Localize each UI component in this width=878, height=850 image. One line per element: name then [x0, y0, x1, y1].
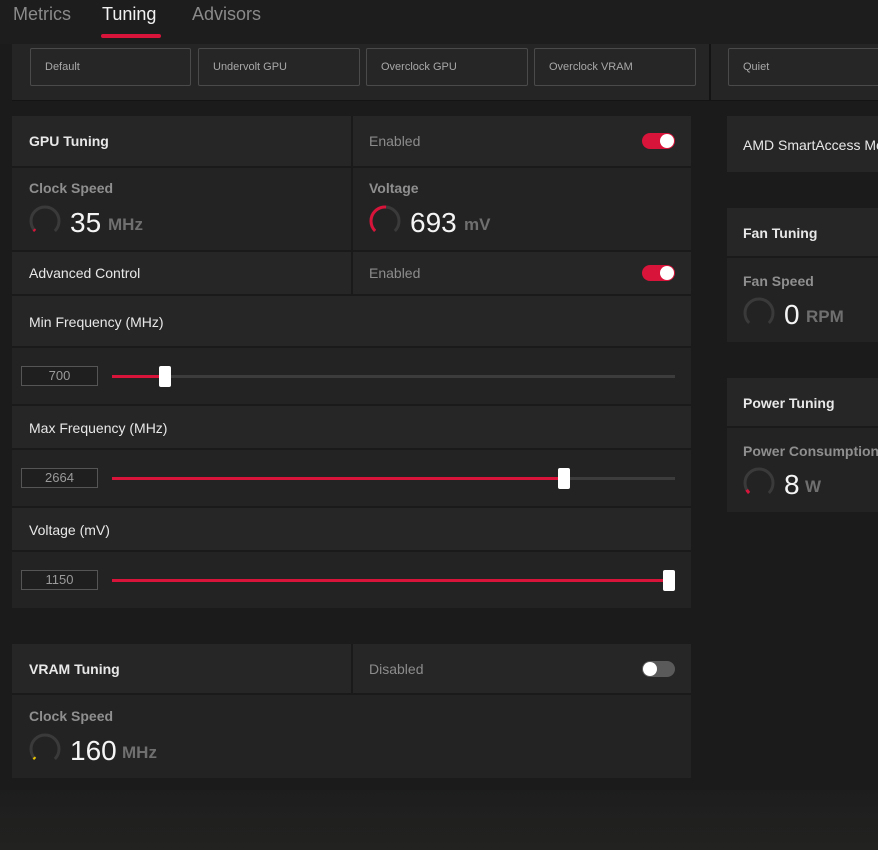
toggle-knob: [660, 266, 674, 280]
voltage-value: 693: [410, 207, 457, 238]
advanced-control-row: Advanced Control Enabled: [12, 252, 691, 296]
toggle-knob: [660, 134, 674, 148]
max-frequency-header: Max Frequency (MHz): [12, 406, 691, 450]
voltage-unit: mV: [464, 215, 491, 234]
advanced-control-toggle[interactable]: [642, 265, 675, 281]
vram-clock-speed-unit: MHz: [122, 743, 157, 762]
vram-clock-speed-label: Clock Speed: [29, 708, 114, 724]
slider-thumb[interactable]: [663, 570, 675, 591]
tab-advisors[interactable]: Advisors: [192, 4, 261, 25]
advanced-control-label: Advanced Control: [29, 265, 141, 281]
vram-separator: [351, 644, 353, 693]
voltage-mv-slider[interactable]: [112, 570, 675, 591]
max-frequency-input[interactable]: 2664: [21, 468, 98, 488]
slider-thumb[interactable]: [159, 366, 171, 387]
fan-speed-label: Fan Speed: [743, 273, 814, 289]
gpu-tuning-title: GPU Tuning: [29, 133, 109, 149]
advanced-control-status: Enabled: [369, 265, 421, 281]
tab-bar: Metrics Tuning Advisors: [0, 0, 878, 44]
fan-speed-unit: RPM: [806, 307, 844, 326]
fan-tuning-panel: Fan Tuning Fan Speed 0 RPM: [727, 208, 878, 342]
gpu-tuning-panel: GPU Tuning Enabled Clock Speed 35 MHz Vo…: [12, 116, 691, 608]
voltage-mv-label: Voltage (mV): [29, 522, 110, 538]
preset-strip: Default Undervolt GPU Overclock GPU Over…: [12, 44, 878, 101]
preset-undervolt-gpu-button[interactable]: Undervolt GPU: [198, 48, 360, 86]
slider-fill: [112, 477, 564, 480]
vram-tuning-status: Disabled: [369, 661, 424, 677]
toggle-knob: [643, 662, 657, 676]
preset-divider: [709, 44, 711, 101]
header-separator: [351, 116, 353, 166]
vram-metrics-row: Clock Speed 160 MHz: [12, 695, 691, 778]
tab-tuning[interactable]: Tuning: [102, 4, 156, 25]
slider-fill: [112, 579, 669, 582]
background-blur: [0, 790, 878, 850]
fan-tuning-header: Fan Tuning: [727, 208, 878, 258]
min-frequency-slider[interactable]: [112, 366, 675, 387]
clock-speed-unit: MHz: [108, 215, 143, 234]
gpu-tuning-status: Enabled: [369, 133, 421, 149]
max-frequency-control: 2664: [12, 450, 691, 508]
min-frequency-input[interactable]: 700: [21, 366, 98, 386]
max-frequency-label: Max Frequency (MHz): [29, 420, 168, 436]
tab-metrics[interactable]: Metrics: [13, 4, 71, 25]
gpu-tuning-header: GPU Tuning Enabled: [12, 116, 691, 168]
active-tab-indicator: [101, 34, 161, 38]
vram-tuning-header: VRAM Tuning Disabled: [12, 644, 691, 695]
slider-fill: [112, 375, 165, 378]
vram-tuning-panel: VRAM Tuning Disabled Clock Speed 160 MHz: [12, 644, 691, 778]
preset-overclock-vram-button[interactable]: Overclock VRAM: [534, 48, 696, 86]
power-tuning-panel: Power Tuning Power Consumption 8 W: [727, 378, 878, 512]
clock-speed-value: 35: [70, 207, 102, 238]
metrics-separator: [351, 168, 353, 250]
vram-tuning-toggle[interactable]: [642, 661, 675, 677]
power-tuning-title: Power Tuning: [743, 395, 835, 411]
advanced-separator: [351, 252, 353, 294]
voltage-mv-input[interactable]: 1150: [21, 570, 98, 590]
fan-speed-value: 0: [784, 299, 800, 330]
fan-metrics-row: Fan Speed 0 RPM: [727, 258, 878, 342]
smart-access-panel: AMD SmartAccess Me: [727, 116, 878, 172]
clock-speed-gauge-icon: [29, 205, 61, 237]
min-frequency-label: Min Frequency (MHz): [29, 314, 164, 330]
vram-clock-speed-value: 160: [70, 735, 117, 766]
power-value: 8: [784, 469, 800, 500]
power-metrics-row: Power Consumption 8 W: [727, 428, 878, 512]
voltage-mv-control: 1150: [12, 552, 691, 608]
smart-access-label[interactable]: AMD SmartAccess Me: [743, 137, 878, 153]
power-consumption-label: Power Consumption: [743, 443, 878, 459]
preset-quiet-button[interactable]: Quiet: [728, 48, 878, 86]
power-unit: W: [805, 477, 822, 496]
voltage-mv-header: Voltage (mV): [12, 508, 691, 552]
gpu-tuning-toggle[interactable]: [642, 133, 675, 149]
power-gauge-icon: [743, 467, 775, 499]
preset-overclock-gpu-button[interactable]: Overclock GPU: [366, 48, 528, 86]
preset-default-button[interactable]: Default: [30, 48, 191, 86]
gpu-metrics-row: Clock Speed 35 MHz Voltage 693 mV: [12, 168, 691, 252]
slider-thumb[interactable]: [558, 468, 570, 489]
clock-speed-label: Clock Speed: [29, 180, 114, 196]
voltage-gauge-icon: [369, 205, 401, 237]
fan-tuning-title: Fan Tuning: [743, 225, 818, 241]
voltage-label: Voltage: [369, 180, 419, 196]
vram-tuning-title: VRAM Tuning: [29, 661, 120, 677]
vram-clock-gauge-icon: [29, 733, 61, 765]
min-frequency-header: Min Frequency (MHz): [12, 296, 691, 348]
min-frequency-control: 700: [12, 348, 691, 406]
fan-speed-gauge-icon: [743, 297, 775, 329]
max-frequency-slider[interactable]: [112, 468, 675, 489]
power-tuning-header: Power Tuning: [727, 378, 878, 428]
